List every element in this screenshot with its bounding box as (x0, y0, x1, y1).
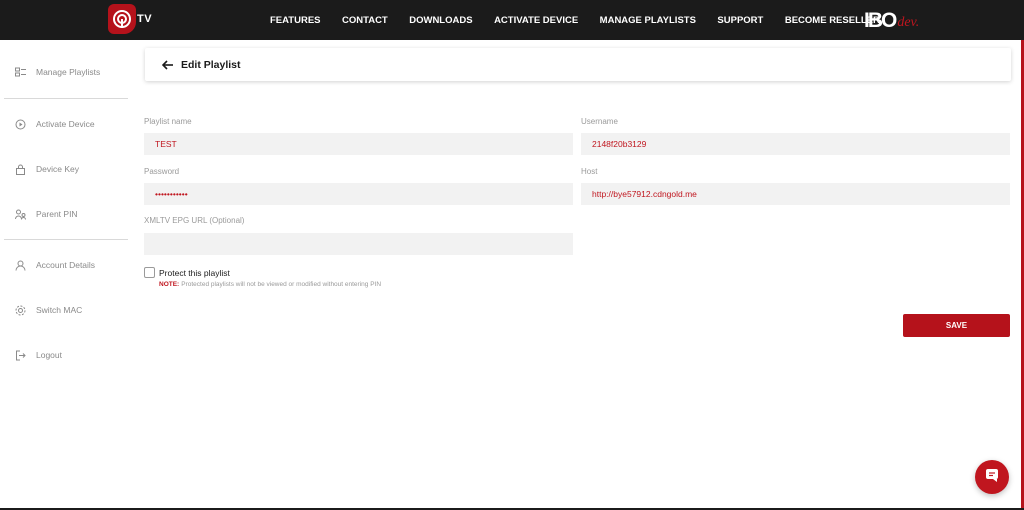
user-icon (14, 259, 26, 271)
sidebar-divider (4, 239, 128, 240)
epg-url-input[interactable] (144, 233, 573, 255)
back-arrow-icon[interactable] (162, 59, 174, 71)
ibo-dev-logo[interactable]: IBO dev. (864, 8, 919, 32)
sidebar-item-logout[interactable]: Logout (14, 347, 62, 363)
sidebar-divider (4, 98, 128, 99)
nav-manage-playlists[interactable]: MANAGE PLAYLISTS (600, 15, 696, 26)
sidebar-item-parent-pin[interactable]: Parent PIN (14, 206, 78, 222)
main-nav: FEATURES CONTACT DOWNLOADS ACTIVATE DEVI… (270, 0, 901, 40)
sidebar-item-label: Switch MAC (36, 305, 83, 315)
chat-icon (984, 467, 1000, 488)
sidebar-item-label: Activate Device (36, 119, 95, 129)
protect-note: NOTE: Protected playlists will not be vie… (159, 281, 381, 288)
logo-text: TV (137, 13, 153, 25)
sidebar-item-label: Parent PIN (36, 209, 78, 219)
brand-sub: dev. (897, 15, 920, 30)
nav-support[interactable]: SUPPORT (717, 15, 763, 26)
key-icon (14, 163, 26, 175)
gear-icon (14, 304, 26, 316)
page-header: Edit Playlist (145, 48, 1011, 81)
playlist-name-input[interactable] (144, 133, 573, 155)
save-button[interactable]: SAVE (903, 314, 1010, 337)
brand-main: IBO (864, 9, 897, 32)
parental-icon (14, 208, 26, 220)
protect-playlist-label[interactable]: Protect this playlist (159, 268, 230, 278)
nav-activate-device[interactable]: ACTIVATE DEVICE (494, 15, 578, 26)
sidebar-item-label: Account Details (36, 260, 96, 270)
sidebar-item-device-key[interactable]: Device Key (14, 161, 79, 177)
host-input[interactable] (581, 183, 1010, 205)
page-title: Edit Playlist (181, 58, 241, 71)
username-label: Username (581, 117, 618, 126)
nav-features[interactable]: FEATURES (270, 15, 321, 26)
sidebar-item-activate-device[interactable]: Activate Device (14, 116, 95, 132)
protect-playlist-row: Protect this playlist (144, 267, 230, 278)
nav-contact[interactable]: CONTACT (342, 15, 388, 26)
host-label: Host (581, 167, 598, 176)
site-logo[interactable]: TV (108, 4, 152, 36)
username-input[interactable] (581, 133, 1010, 155)
activate-icon (14, 118, 26, 130)
logout-icon (14, 349, 26, 361)
chat-button[interactable] (975, 460, 1009, 494)
logo-badge (108, 4, 136, 34)
note-text: Protected playlists will not be viewed o… (181, 281, 382, 288)
sidebar-item-account-details[interactable]: Account Details (14, 257, 95, 273)
sidebar-item-label: Device Key (36, 164, 79, 174)
note-tag: NOTE: (159, 281, 180, 288)
sidebar-item-label: Manage Playlists (36, 67, 101, 77)
playlist-icon (14, 66, 26, 78)
nav-downloads[interactable]: DOWNLOADS (409, 15, 472, 26)
epg-url-label: XMLTV EPG URL (Optional) (144, 216, 245, 225)
password-input[interactable] (144, 183, 573, 205)
sidebar: Manage Playlists Activate Device Device … (0, 40, 132, 510)
password-label: Password (144, 167, 180, 176)
top-navbar: TV FEATURES CONTACT DOWNLOADS ACTIVATE D… (0, 0, 1024, 40)
sidebar-item-switch-mac[interactable]: Switch MAC (14, 302, 82, 318)
protect-playlist-checkbox[interactable] (144, 267, 155, 278)
sidebar-item-label: Logout (36, 350, 62, 360)
playlist-name-label: Playlist name (144, 117, 192, 126)
sidebar-item-manage-playlists[interactable]: Manage Playlists (14, 64, 100, 80)
